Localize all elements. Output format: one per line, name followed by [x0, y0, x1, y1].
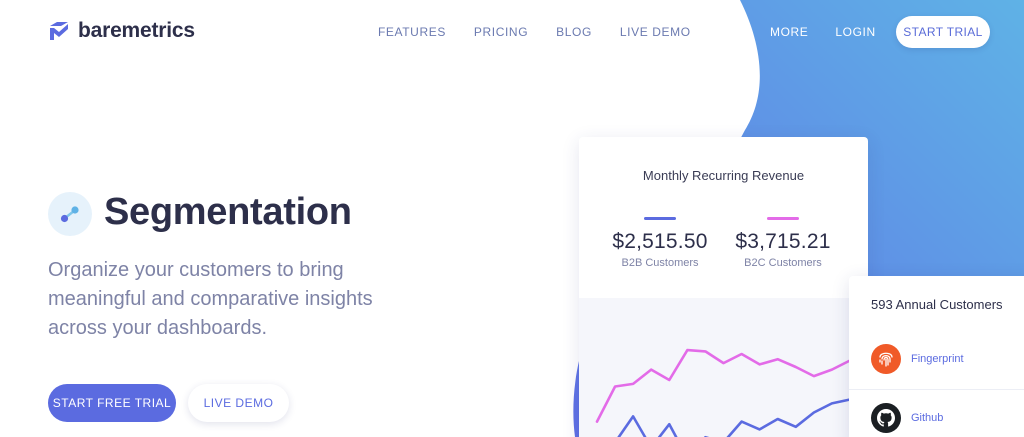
- b2c-label: B2C Customers: [744, 257, 822, 269]
- nav-more[interactable]: MORE: [770, 25, 808, 39]
- b2c-series-line: [595, 348, 852, 423]
- b2b-label: B2B Customers: [621, 257, 699, 269]
- live-demo-button[interactable]: LIVE DEMO: [188, 384, 289, 422]
- b2c-value: $3,715.21: [735, 230, 831, 253]
- nav-login[interactable]: LOGIN: [835, 25, 875, 39]
- nav-blog[interactable]: BLOG: [556, 25, 592, 39]
- nav-pricing[interactable]: PRICING: [474, 25, 528, 39]
- nav-features[interactable]: FEATURES: [378, 25, 446, 39]
- customers-card-title: 593 Annual Customers: [871, 297, 1003, 312]
- fingerprint-icon: [871, 344, 901, 374]
- segment-icon: [48, 192, 92, 236]
- nav-live-demo[interactable]: LIVE DEMO: [620, 25, 691, 39]
- b2c-legend-line: [767, 217, 799, 220]
- customer-name: Github: [911, 411, 944, 424]
- github-icon: [871, 402, 901, 433]
- secondary-nav: MORE LOGIN: [770, 25, 876, 39]
- main-nav: FEATURES PRICING BLOG LIVE DEMO: [378, 25, 691, 39]
- customer-item-github[interactable]: Github: [849, 389, 1024, 437]
- b2b-series-line: [617, 398, 852, 437]
- mrr-card-title: Monthly Recurring Revenue: [642, 168, 805, 183]
- mrr-chart: [579, 298, 868, 437]
- customer-item-fingerprint[interactable]: Fingerprint: [849, 331, 1024, 387]
- start-trial-button[interactable]: START TRIAL: [896, 16, 990, 48]
- mrr-chart-svg: [595, 348, 852, 437]
- start-free-trial-button[interactable]: START FREE TRIAL: [48, 384, 176, 422]
- page-title: Segmentation: [104, 191, 352, 233]
- brand-name: baremetrics: [78, 19, 195, 42]
- annual-customers-card: 593 Annual Customers Fingerprint Github: [849, 276, 1024, 437]
- customer-name: Fingerprint: [911, 353, 964, 365]
- b2b-stat: $2,515.50 B2B Customers: [600, 217, 720, 269]
- mrr-card: Monthly Recurring Revenue $2,515.50 B2B …: [579, 137, 868, 437]
- b2c-stat: $3,715.21 B2C Customers: [723, 217, 843, 269]
- hero-subtitle: Organize your customers to bring meaning…: [48, 259, 373, 339]
- baremetrics-logo-icon: [50, 22, 68, 40]
- brand-logo[interactable]: baremetrics: [48, 19, 195, 43]
- b2b-value: $2,515.50: [612, 230, 708, 253]
- b2b-legend-line: [644, 217, 676, 220]
